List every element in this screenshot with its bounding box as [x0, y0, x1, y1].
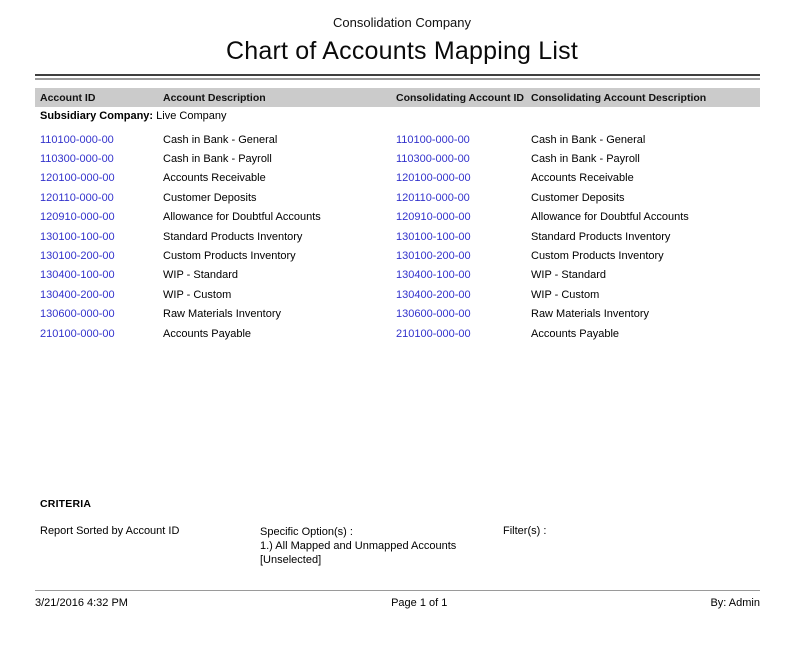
- footer-user: By: Admin: [710, 597, 760, 609]
- specific-option-line: 1.) All Mapped and Unmapped Accounts: [260, 539, 456, 553]
- account-description-cell: WIP - Standard: [158, 266, 391, 285]
- criteria-heading: CRITERIA: [40, 498, 91, 510]
- table-row: 130400-100-00WIP - Standard130400-100-00…: [35, 266, 760, 285]
- account-id-link[interactable]: 130100-100-00: [35, 227, 158, 246]
- account-description-cell: Accounts Receivable: [158, 169, 391, 188]
- table-row: 110300-000-00Cash in Bank - Payroll11030…: [35, 149, 760, 168]
- report-footer: 3/21/2016 4:32 PM Page 1 of 1 By: Admin: [35, 597, 760, 609]
- consolidating-account-description-cell: WIP - Standard: [526, 266, 760, 285]
- account-rows: 110100-000-00Cash in Bank - General11010…: [35, 130, 760, 343]
- consolidating-account-id-link[interactable]: 120100-000-00: [391, 169, 526, 188]
- consolidating-account-id-link[interactable]: 110300-000-00: [391, 149, 526, 168]
- consolidating-account-id-link[interactable]: 130100-100-00: [391, 227, 526, 246]
- account-description-cell: Raw Materials Inventory: [158, 305, 391, 324]
- table-row: 210100-000-00Accounts Payable210100-000-…: [35, 324, 760, 343]
- account-id-link[interactable]: 130600-000-00: [35, 305, 158, 324]
- table-row: 120910-000-00Allowance for Doubtful Acco…: [35, 208, 760, 227]
- filters-label: Filter(s) :: [503, 525, 546, 537]
- subsidiary-company-label: Subsidiary Company:: [40, 110, 153, 122]
- company-name: Consolidation Company: [0, 15, 804, 30]
- footer-page-number: Page 1 of 1: [391, 597, 447, 609]
- footer-datetime: 3/21/2016 4:32 PM: [35, 597, 128, 609]
- column-header-consolidating-account-description: Consolidating Account Description: [526, 92, 760, 104]
- consolidating-account-description-cell: Standard Products Inventory: [526, 227, 760, 246]
- account-id-link[interactable]: 120110-000-00: [35, 188, 158, 207]
- table-row: 130600-000-00Raw Materials Inventory1306…: [35, 305, 760, 324]
- consolidating-account-description-cell: Custom Products Inventory: [526, 246, 760, 265]
- footer-divider: [35, 590, 760, 591]
- account-description-cell: Accounts Payable: [158, 324, 391, 343]
- title-divider: [35, 74, 760, 80]
- subsidiary-company-value: Live Company: [156, 110, 226, 122]
- specific-options-block: Specific Option(s) : 1.) All Mapped and …: [260, 525, 456, 567]
- consolidating-account-description-cell: Allowance for Doubtful Accounts: [526, 208, 760, 227]
- page-title: Chart of Accounts Mapping List: [0, 37, 804, 66]
- consolidating-account-description-cell: Raw Materials Inventory: [526, 305, 760, 324]
- table-row: 120100-000-00Accounts Receivable120100-0…: [35, 169, 760, 188]
- table-row: 130100-100-00Standard Products Inventory…: [35, 227, 760, 246]
- accounts-mapping-table: 110100-000-00Cash in Bank - General11010…: [35, 130, 760, 343]
- consolidating-account-id-link[interactable]: 120110-000-00: [391, 188, 526, 207]
- consolidating-account-id-link[interactable]: 130100-200-00: [391, 246, 526, 265]
- report-sort-text: Report Sorted by Account ID: [40, 525, 179, 537]
- table-row: 130100-200-00Custom Products Inventory13…: [35, 246, 760, 265]
- consolidating-account-description-cell: Cash in Bank - Payroll: [526, 149, 760, 168]
- consolidating-account-description-cell: Cash in Bank - General: [526, 130, 760, 149]
- table-row: 120110-000-00Customer Deposits120110-000…: [35, 188, 760, 207]
- account-id-link[interactable]: 130400-200-00: [35, 285, 158, 304]
- account-id-link[interactable]: 120910-000-00: [35, 208, 158, 227]
- account-id-link[interactable]: 210100-000-00: [35, 324, 158, 343]
- table-row: 130400-200-00WIP - Custom130400-200-00WI…: [35, 285, 760, 304]
- account-description-cell: Cash in Bank - General: [158, 130, 391, 149]
- account-id-link[interactable]: 110100-000-00: [35, 130, 158, 149]
- account-description-cell: Custom Products Inventory: [158, 246, 391, 265]
- report-page: Consolidation Company Chart of Accounts …: [0, 0, 804, 672]
- subsidiary-company-row: Subsidiary Company: Live Company: [40, 110, 226, 122]
- account-description-cell: Allowance for Doubtful Accounts: [158, 208, 391, 227]
- account-id-link[interactable]: 130100-200-00: [35, 246, 158, 265]
- account-id-link[interactable]: 130400-100-00: [35, 266, 158, 285]
- column-header-consolidating-account-id: Consolidating Account ID: [391, 92, 526, 104]
- account-description-cell: WIP - Custom: [158, 285, 391, 304]
- consolidating-account-description-cell: Customer Deposits: [526, 188, 760, 207]
- consolidating-account-id-link[interactable]: 210100-000-00: [391, 324, 526, 343]
- consolidating-account-id-link[interactable]: 110100-000-00: [391, 130, 526, 149]
- consolidating-account-description-cell: WIP - Custom: [526, 285, 760, 304]
- consolidating-account-description-cell: Accounts Receivable: [526, 169, 760, 188]
- account-description-cell: Customer Deposits: [158, 188, 391, 207]
- table-header-row: Account ID Account Description Consolida…: [35, 88, 760, 107]
- account-description-cell: Standard Products Inventory: [158, 227, 391, 246]
- account-id-link[interactable]: 120100-000-00: [35, 169, 158, 188]
- column-header-account-id: Account ID: [35, 92, 158, 104]
- table-row: 110100-000-00Cash in Bank - General11010…: [35, 130, 760, 149]
- column-header-account-description: Account Description: [158, 92, 391, 104]
- consolidating-account-id-link[interactable]: 130600-000-00: [391, 305, 526, 324]
- consolidating-account-description-cell: Accounts Payable: [526, 324, 760, 343]
- consolidating-account-id-link[interactable]: 130400-200-00: [391, 285, 526, 304]
- specific-option-line: [Unselected]: [260, 553, 456, 567]
- specific-options-label: Specific Option(s) :: [260, 525, 456, 539]
- account-description-cell: Cash in Bank - Payroll: [158, 149, 391, 168]
- account-id-link[interactable]: 110300-000-00: [35, 149, 158, 168]
- consolidating-account-id-link[interactable]: 120910-000-00: [391, 208, 526, 227]
- consolidating-account-id-link[interactable]: 130400-100-00: [391, 266, 526, 285]
